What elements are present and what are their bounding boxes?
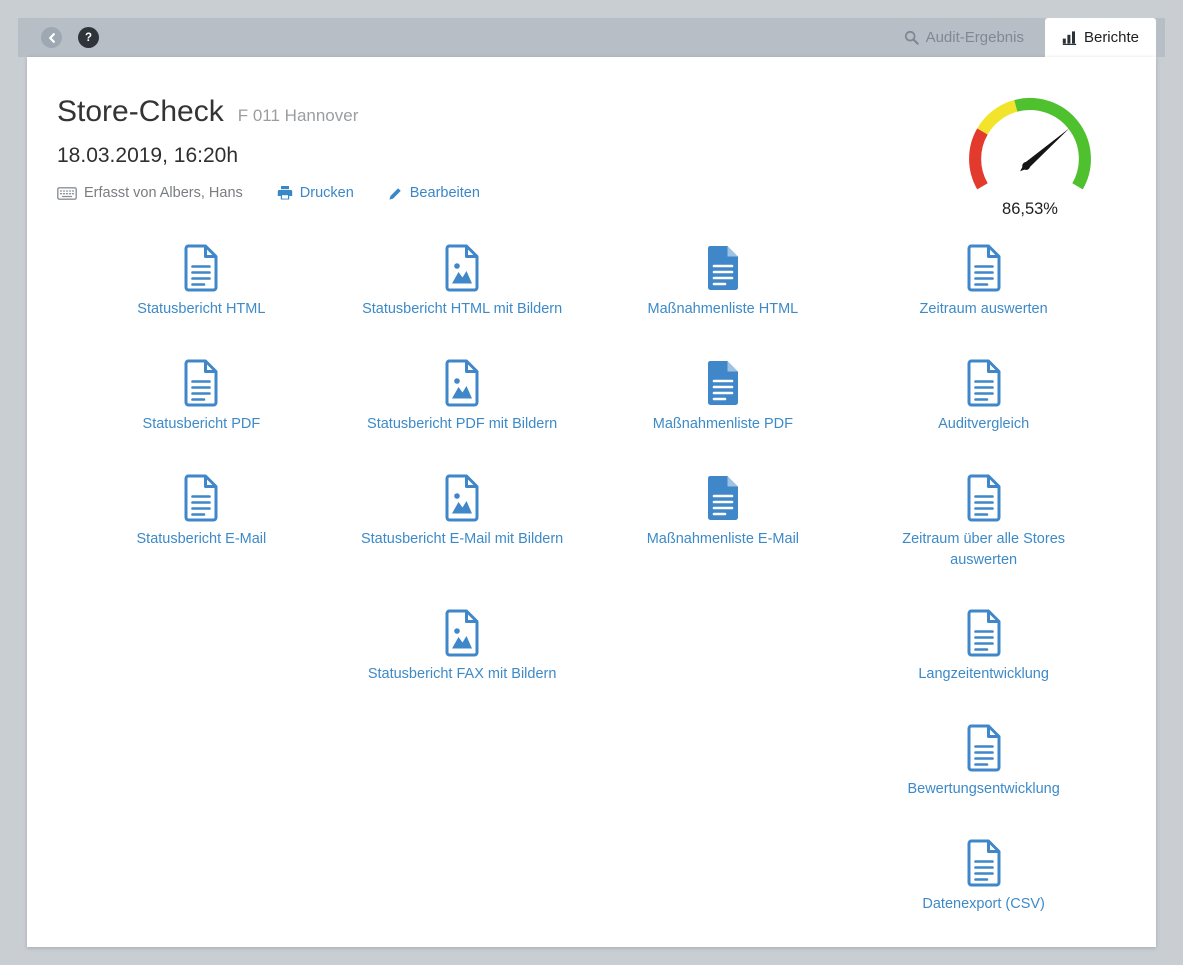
- score-value: 86,53%: [964, 200, 1096, 219]
- bar-chart-icon: [1062, 30, 1077, 45]
- report-datenexport-csv[interactable]: Datenexport (CSV): [853, 826, 1114, 941]
- search-icon: [904, 30, 919, 45]
- keyboard-icon: [57, 187, 77, 200]
- file-text-icon: [181, 244, 221, 292]
- recorded-by: Erfasst von Albers, Hans: [57, 185, 243, 201]
- gauge-dial: [964, 93, 1096, 194]
- report-label: Statusbericht HTML: [137, 299, 265, 320]
- file-image-icon: [442, 609, 482, 657]
- report-statusbericht-pdf[interactable]: Statusbericht PDF: [71, 346, 332, 461]
- report-label: Datenexport (CSV): [922, 894, 1045, 915]
- print-link[interactable]: Drucken: [277, 185, 354, 201]
- report-label: Statusbericht HTML mit Bildern: [362, 299, 562, 320]
- report-bewertungsentwicklung[interactable]: Bewertungsentwicklung: [853, 711, 1114, 826]
- file-image-icon: [442, 359, 482, 407]
- report-label: Statusbericht E-Mail: [137, 529, 267, 550]
- report-massnahmenliste-pdf[interactable]: Maßnahmenliste PDF: [593, 346, 854, 461]
- report-zeitraum-alle-stores[interactable]: Zeitraum über alle Stores auswerten: [853, 461, 1114, 596]
- report-statusbericht-fax-mit-bildern[interactable]: Statusbericht FAX mit Bildern: [332, 596, 593, 711]
- tab-berichte-label: Berichte: [1084, 29, 1139, 46]
- report-label: Maßnahmenliste HTML: [648, 299, 799, 320]
- report-label: Auditvergleich: [938, 414, 1029, 435]
- window-frame: ? Audit-Ergebnis Berichte Store-Check F …: [0, 0, 1183, 965]
- back-button[interactable]: [41, 27, 62, 48]
- question-mark-icon: ?: [85, 32, 92, 44]
- file-image-icon: [442, 244, 482, 292]
- edit-label: Bearbeiten: [410, 185, 480, 201]
- file-image-icon: [442, 474, 482, 522]
- report-label: Statusbericht PDF: [143, 414, 261, 435]
- tab-audit-ergebnis[interactable]: Audit-Ergebnis: [887, 18, 1041, 57]
- report-statusbericht-email-mit-bildern[interactable]: Statusbericht E-Mail mit Bildern: [332, 461, 593, 596]
- report-statusbericht-html-mit-bildern[interactable]: Statusbericht HTML mit Bildern: [332, 231, 593, 346]
- file-text-icon: [964, 474, 1004, 522]
- file-text-icon: [964, 724, 1004, 772]
- file-text-solid-icon: [703, 359, 743, 407]
- recorded-by-label: Erfasst von Albers, Hans: [84, 185, 243, 201]
- store-subtitle: F 011 Hannover: [238, 106, 359, 126]
- file-text-icon: [964, 244, 1004, 292]
- tab-berichte[interactable]: Berichte: [1045, 18, 1156, 57]
- file-text-icon: [964, 609, 1004, 657]
- report-auditvergleich[interactable]: Auditvergleich: [853, 346, 1114, 461]
- file-text-icon: [181, 474, 221, 522]
- report-label: Statusbericht PDF mit Bildern: [367, 414, 557, 435]
- pencil-icon: [388, 186, 403, 201]
- report-statusbericht-html[interactable]: Statusbericht HTML: [71, 231, 332, 346]
- report-label: Statusbericht E-Mail mit Bildern: [361, 529, 563, 550]
- file-text-solid-icon: [703, 474, 743, 522]
- report-zeitraum-auswerten[interactable]: Zeitraum auswerten: [853, 231, 1114, 346]
- report-massnahmenliste-email[interactable]: Maßnahmenliste E-Mail: [593, 461, 854, 596]
- report-label: Zeitraum auswerten: [920, 299, 1048, 320]
- edit-link[interactable]: Bearbeiten: [388, 185, 480, 201]
- report-label: Zeitraum über alle Stores auswerten: [869, 529, 1099, 571]
- report-label: Maßnahmenliste PDF: [653, 414, 793, 435]
- file-text-icon: [964, 839, 1004, 887]
- report-statusbericht-email[interactable]: Statusbericht E-Mail: [71, 461, 332, 596]
- score-gauge: 86,53%: [964, 93, 1096, 219]
- help-button[interactable]: ?: [78, 27, 99, 48]
- report-label: Maßnahmenliste E-Mail: [647, 529, 799, 550]
- file-text-solid-icon: [703, 244, 743, 292]
- topbar: ? Audit-Ergebnis Berichte: [18, 18, 1165, 57]
- report-statusbericht-pdf-mit-bildern[interactable]: Statusbericht PDF mit Bildern: [332, 346, 593, 461]
- chevron-left-icon: [47, 32, 57, 44]
- report-langzeitentwicklung[interactable]: Langzeitentwicklung: [853, 596, 1114, 711]
- report-massnahmenliste-html[interactable]: Maßnahmenliste HTML: [593, 231, 854, 346]
- report-label: Langzeitentwicklung: [918, 664, 1049, 685]
- main-panel: Store-Check F 011 Hannover 18.03.2019, 1…: [27, 57, 1156, 947]
- report-label: Statusbericht FAX mit Bildern: [368, 664, 557, 685]
- file-text-icon: [964, 359, 1004, 407]
- printer-icon: [277, 185, 293, 201]
- report-label: Bewertungsentwicklung: [907, 779, 1059, 800]
- file-text-icon: [181, 359, 221, 407]
- report-grid: Statusbericht HTML Statusbericht HTML mi…: [71, 231, 1114, 941]
- print-label: Drucken: [300, 185, 354, 201]
- tab-audit-label: Audit-Ergebnis: [926, 29, 1024, 46]
- page-title: Store-Check: [57, 95, 224, 129]
